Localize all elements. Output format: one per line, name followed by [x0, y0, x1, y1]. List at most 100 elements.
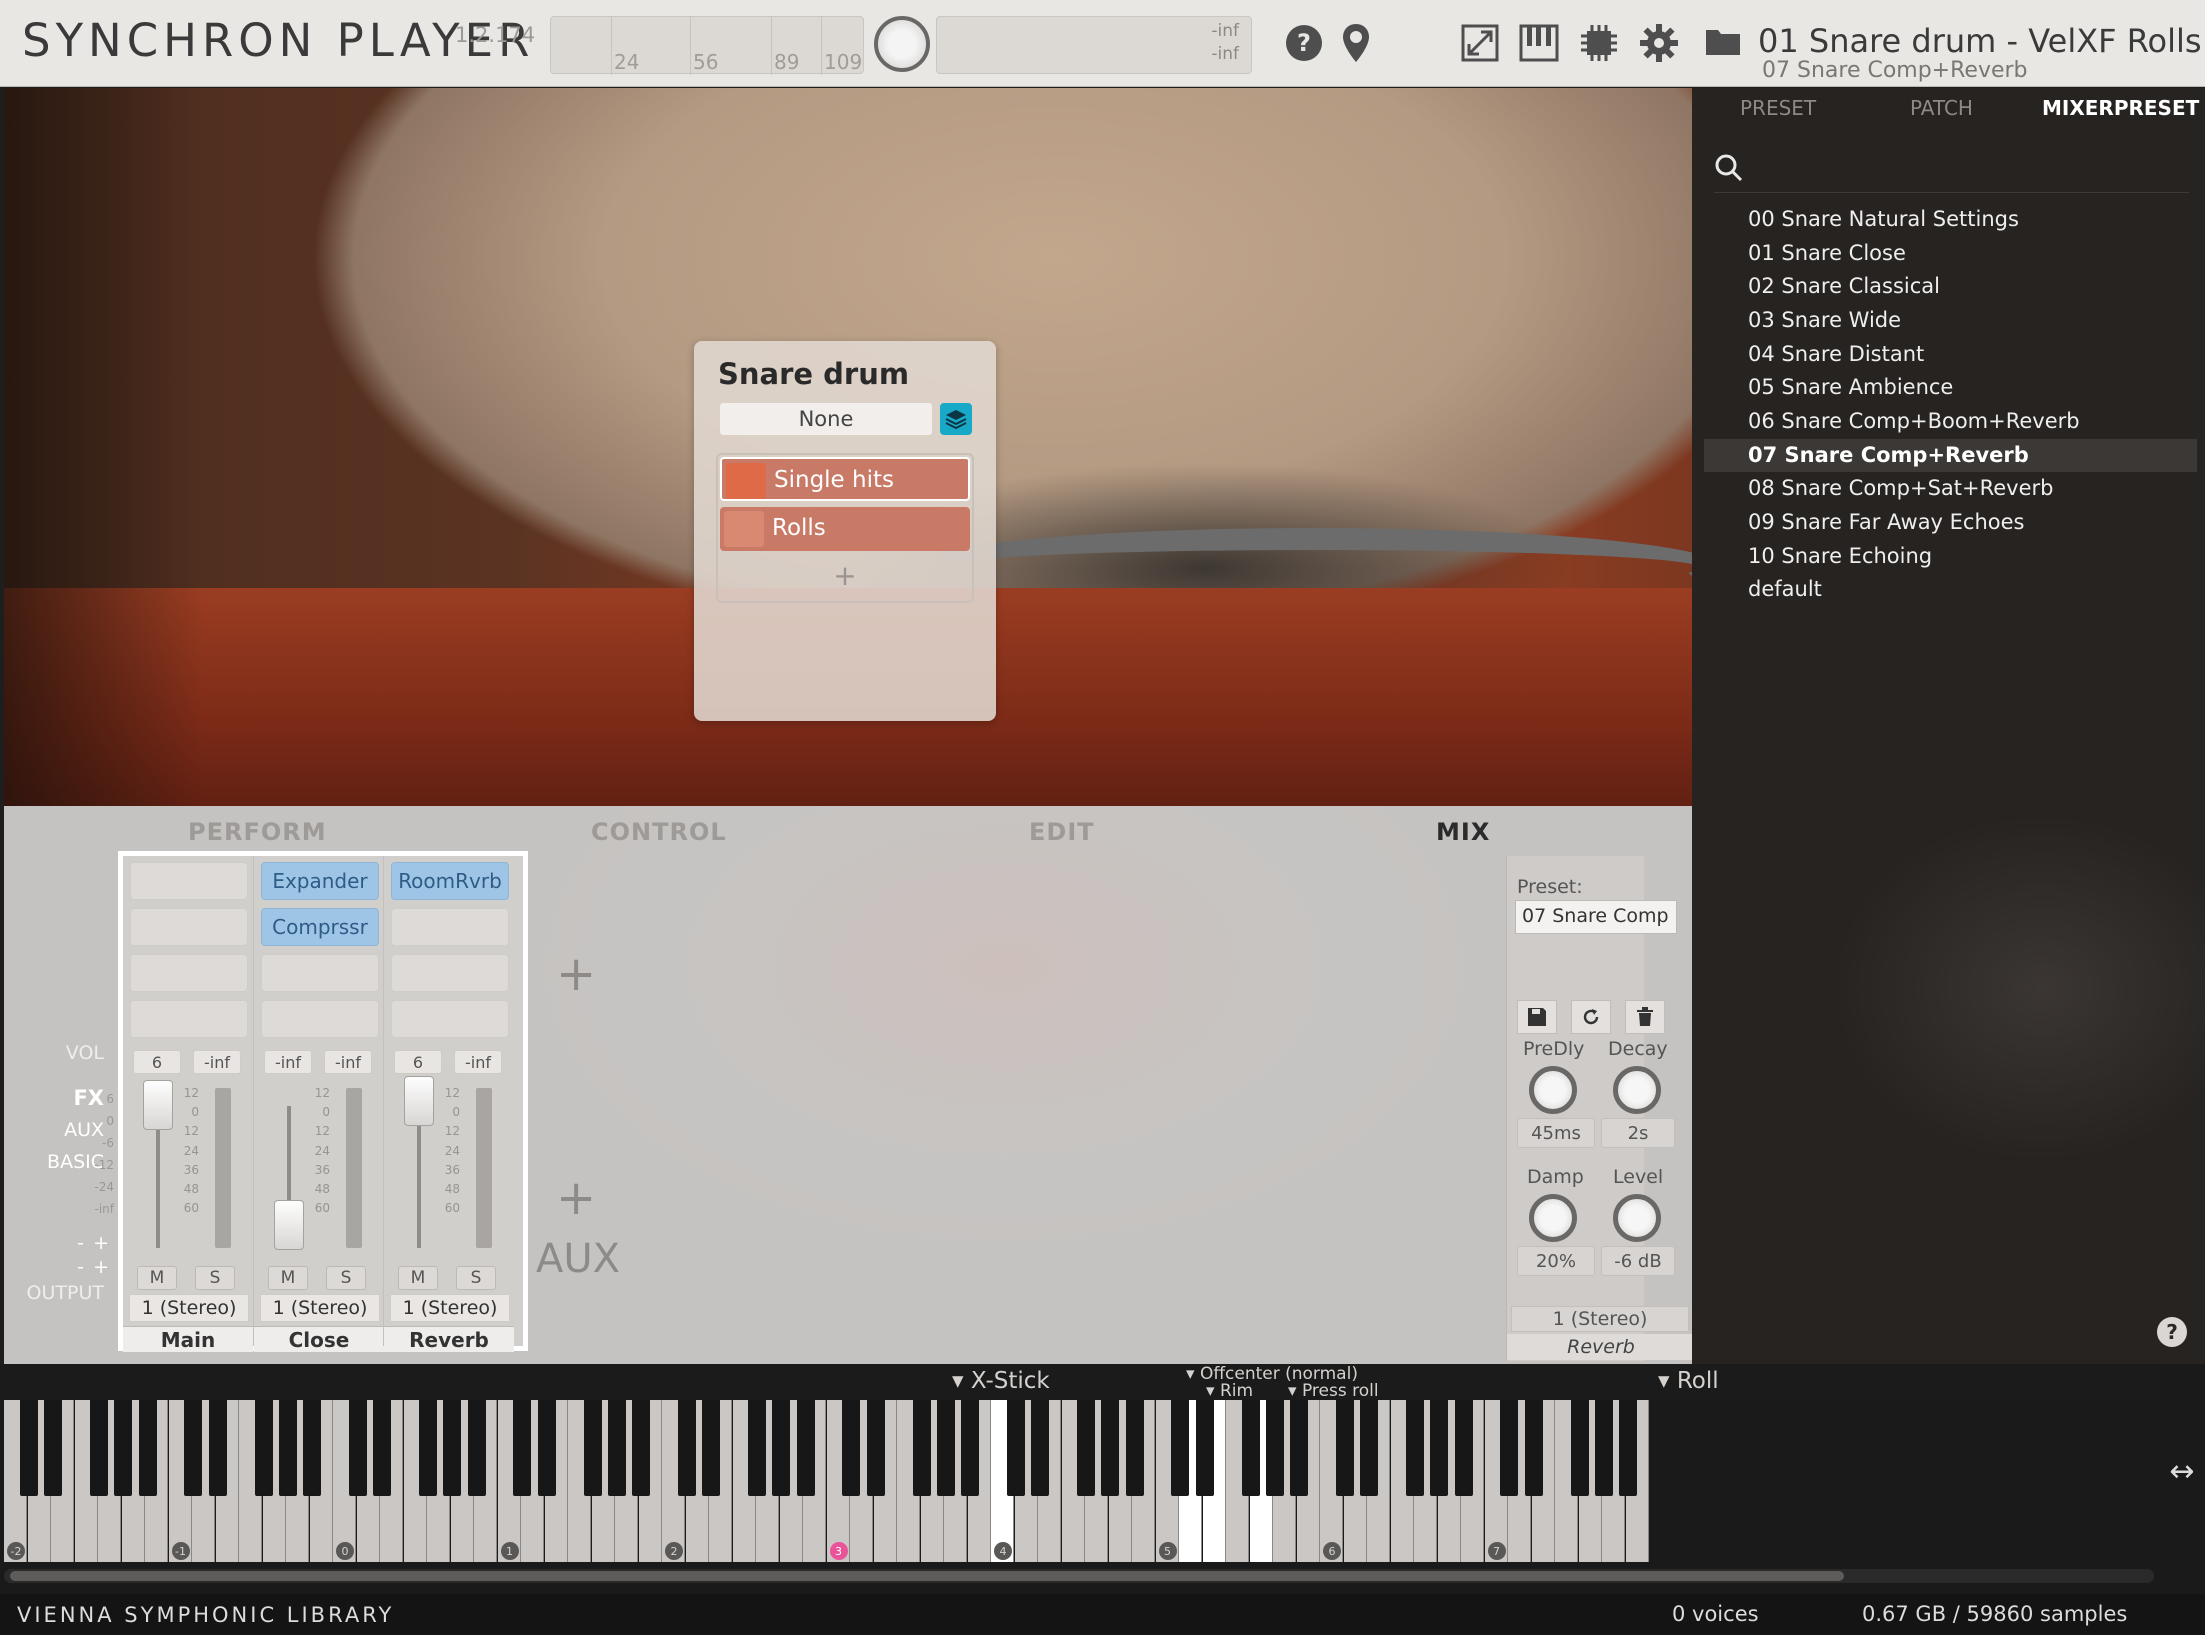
black-key[interactable]: [254, 1400, 273, 1496]
black-key[interactable]: [467, 1400, 486, 1496]
black-key[interactable]: [278, 1400, 297, 1496]
black-key[interactable]: [303, 1400, 322, 1496]
black-key[interactable]: [748, 1400, 766, 1496]
fx-slot-expander[interactable]: Expander: [261, 862, 379, 900]
mute-button[interactable]: M: [268, 1266, 308, 1290]
preset-item[interactable]: 05 Snare Ambience: [1704, 371, 2197, 404]
black-key[interactable]: [1360, 1400, 1379, 1496]
tab-mixerpreset[interactable]: MIXERPRESET: [2042, 96, 2199, 120]
basic-view-toggle[interactable]: BASIC: [4, 1151, 104, 1173]
add-articulation-button[interactable]: +: [718, 559, 972, 599]
mute-button[interactable]: M: [398, 1266, 438, 1290]
volume-fader[interactable]: [404, 1076, 434, 1126]
black-key[interactable]: [842, 1400, 861, 1496]
preset-item[interactable]: 01 Snare Close: [1704, 237, 2197, 270]
fx-view-toggle[interactable]: FX: [4, 1086, 104, 1110]
decay-knob[interactable]: [1613, 1066, 1661, 1114]
preset-item[interactable]: 10 Snare Echoing: [1704, 540, 2197, 573]
grow-width-button[interactable]: +: [4, 1232, 109, 1254]
preset-item-selected[interactable]: 07 Snare Comp+Reverb: [1704, 439, 2197, 472]
solo-button[interactable]: S: [195, 1266, 235, 1290]
knob-value[interactable]: 2s: [1601, 1118, 1675, 1148]
black-key[interactable]: [1500, 1400, 1519, 1496]
fx-slot-empty[interactable]: [391, 1000, 509, 1038]
volume-value[interactable]: 6: [133, 1050, 181, 1074]
damp-knob[interactable]: [1529, 1194, 1577, 1242]
gear-icon[interactable]: [1634, 18, 1684, 68]
black-key[interactable]: [138, 1400, 157, 1496]
output-select[interactable]: 1 (Stereo): [390, 1294, 510, 1322]
keyboard-icon[interactable]: [1514, 18, 1564, 68]
tab-control[interactable]: CONTROL: [591, 818, 727, 846]
black-key[interactable]: [912, 1400, 931, 1496]
fx-slot-room-reverb[interactable]: RoomRvrb: [391, 862, 509, 900]
predelay-knob[interactable]: [1529, 1066, 1577, 1114]
location-pin-icon[interactable]: [1331, 18, 1381, 68]
tab-patch[interactable]: PATCH: [1910, 96, 1973, 120]
preset-item[interactable]: 00 Snare Natural Settings: [1704, 203, 2197, 236]
solo-button[interactable]: S: [326, 1266, 366, 1290]
black-key[interactable]: [1125, 1400, 1144, 1496]
black-key[interactable]: [1101, 1400, 1120, 1496]
level-knob[interactable]: [1613, 1194, 1661, 1242]
black-key[interactable]: [348, 1400, 367, 1496]
black-key[interactable]: [208, 1400, 227, 1496]
black-key[interactable]: [1594, 1400, 1613, 1496]
black-key[interactable]: [702, 1400, 721, 1496]
black-key[interactable]: [537, 1400, 556, 1496]
black-key[interactable]: [632, 1400, 651, 1496]
black-key[interactable]: [19, 1400, 38, 1496]
fx-slot-empty[interactable]: [130, 862, 248, 900]
help-icon[interactable]: ?: [2157, 1317, 2187, 1347]
cpu-icon[interactable]: [1574, 18, 1624, 68]
black-key[interactable]: [796, 1400, 815, 1496]
volume-value[interactable]: -inf: [264, 1050, 312, 1074]
black-key[interactable]: [1265, 1400, 1284, 1496]
black-key[interactable]: [114, 1400, 133, 1496]
grow-height-button[interactable]: +: [4, 1256, 109, 1278]
save-icon[interactable]: [1517, 1000, 1557, 1034]
black-key[interactable]: [936, 1400, 955, 1496]
expand-icon[interactable]: [1455, 18, 1505, 68]
black-key[interactable]: [1006, 1400, 1025, 1496]
velocity-display[interactable]: 24 56 89 109: [550, 16, 864, 75]
articulation-selector[interactable]: None: [720, 403, 932, 435]
trash-icon[interactable]: [1625, 1000, 1665, 1034]
layers-icon[interactable]: [940, 403, 972, 435]
knob-value[interactable]: -6 dB: [1601, 1246, 1675, 1276]
black-key[interactable]: [583, 1400, 602, 1496]
black-key[interactable]: [44, 1400, 63, 1496]
resize-keyboard-icon[interactable]: ↔: [2163, 1454, 2201, 1489]
solo-button[interactable]: S: [456, 1266, 496, 1290]
black-key[interactable]: [443, 1400, 462, 1496]
refresh-icon[interactable]: [1571, 1000, 1611, 1034]
fx-slot-empty[interactable]: [130, 954, 248, 992]
fx-slot-empty[interactable]: [261, 954, 379, 992]
search-input[interactable]: [1714, 143, 2189, 193]
black-key[interactable]: [1241, 1400, 1260, 1496]
black-key[interactable]: [184, 1400, 203, 1496]
output-select[interactable]: 1 (Stereo): [129, 1294, 249, 1322]
preset-item[interactable]: 03 Snare Wide: [1704, 304, 2197, 337]
black-key[interactable]: [513, 1400, 532, 1496]
black-key[interactable]: [1290, 1400, 1309, 1496]
help-icon[interactable]: ?: [1279, 18, 1329, 68]
folder-icon[interactable]: [1705, 26, 1745, 60]
articulation-item-single-hits[interactable]: Single hits: [720, 457, 970, 501]
black-key[interactable]: [1077, 1400, 1095, 1496]
piano-keyboard[interactable]: -2 -1 0 1 2 3 4 5 6 7: [4, 1400, 2160, 1562]
fx-slot-compressor[interactable]: Comprssr: [261, 908, 379, 946]
articulation-item-rolls[interactable]: Rolls: [720, 507, 970, 551]
black-key[interactable]: [772, 1400, 791, 1496]
knob-value[interactable]: 20%: [1517, 1246, 1595, 1276]
tab-perform[interactable]: PERFORM: [188, 818, 327, 846]
black-key[interactable]: [90, 1400, 108, 1496]
fx-slot-empty[interactable]: [261, 1000, 379, 1038]
black-key[interactable]: [1171, 1400, 1190, 1496]
fx-slot-empty[interactable]: [130, 908, 248, 946]
master-tune-knob[interactable]: [874, 16, 930, 72]
fx-preset-field[interactable]: 07 Snare Comp: [1515, 900, 1677, 934]
add-channel-button[interactable]: +: [556, 946, 596, 1002]
add-aux-button[interactable]: +: [556, 1170, 596, 1226]
tab-preset[interactable]: PRESET: [1740, 96, 1816, 120]
